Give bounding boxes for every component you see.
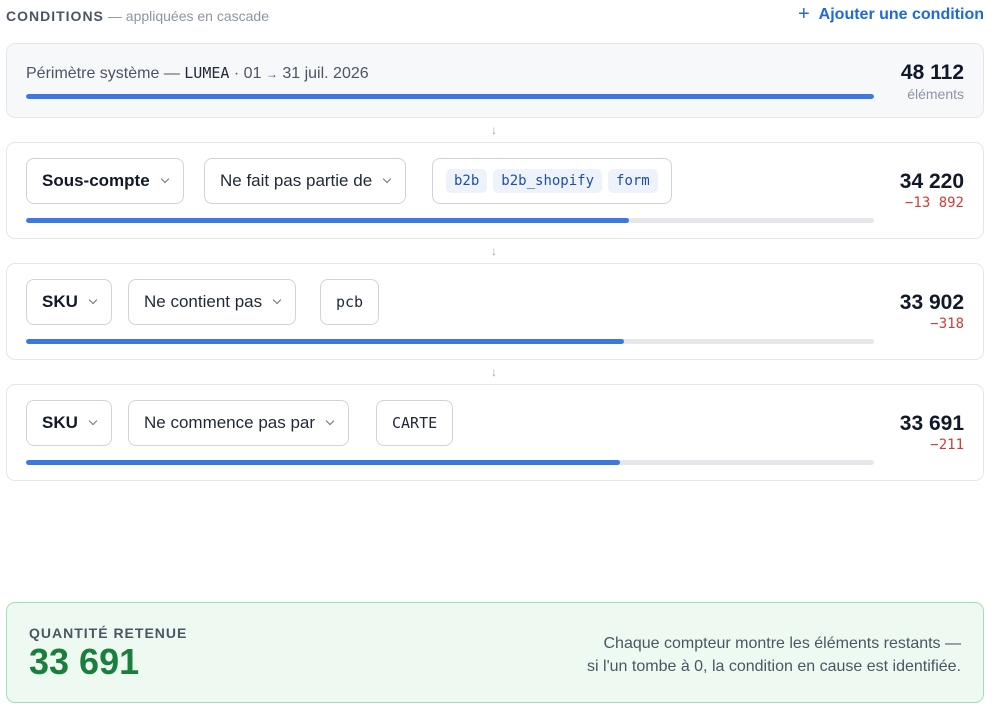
system-count: 48 112 [900, 61, 964, 84]
condition-count-block-2: 33 902 −318 [900, 290, 964, 332]
value-input-1[interactable]: b2b b2b_shopify form [432, 158, 672, 204]
arrow-down-icon: ↓ [491, 244, 497, 258]
arrow-down-icon: ↓ [491, 123, 497, 137]
condition-delta: −13 892 [904, 195, 964, 211]
scope-date-start: 01 [243, 65, 262, 82]
arrow-down-icon: ↓ [491, 365, 497, 379]
header-title-group: CONDITIONS — appliquées en cascade [6, 8, 269, 24]
system-scope-label: Périmètre système — LUMEA · 01 → 31 juil… [26, 64, 369, 83]
system-scope-card: Périmètre système — LUMEA · 01 → 31 juil… [6, 43, 984, 118]
condition-card-1: Sous-compte Ne fait pas partie de b2b b2… [6, 142, 984, 239]
condition-delta: −318 [930, 316, 964, 332]
condition-progress-fill-2 [26, 339, 624, 344]
field-select-1[interactable]: Sous-compte [26, 158, 184, 204]
summary-note-line-1: Chaque compteur montre les éléments rest… [603, 635, 962, 652]
system-count-block: 48 112 éléments [901, 60, 964, 102]
condition-progress-bar-3 [26, 460, 874, 465]
condition-count: 33 902 [899, 291, 964, 314]
chevron-down-icon [382, 174, 392, 184]
section-title: CONDITIONS [6, 8, 104, 24]
value-tag[interactable]: b2b [446, 169, 488, 193]
operator-select-label: Ne fait pas partie de [220, 171, 373, 190]
system-progress-fill [26, 94, 874, 99]
arrow-right-icon: → [265, 67, 278, 81]
scope-account: LUMEA [184, 64, 230, 82]
condition-progress-bar-1 [26, 218, 874, 223]
system-progress-bar [26, 94, 874, 99]
add-condition-label: Ajouter une condition [818, 6, 984, 23]
field-select-2[interactable]: SKU [26, 279, 112, 325]
condition-count: 33 691 [899, 412, 964, 435]
summary-label: QUANTITÉ RETENUE [29, 625, 188, 641]
conditions-header: CONDITIONS — appliquées en cascade + Ajou… [6, 3, 984, 28]
scope-separator: · [233, 65, 240, 82]
system-count-unit: éléments [907, 86, 964, 102]
chevron-down-icon [88, 295, 98, 305]
operator-select-1[interactable]: Ne fait pas partie de [204, 158, 407, 204]
field-select-3[interactable]: SKU [26, 400, 112, 446]
condition-card-2: SKU Ne contient pas pcb 33 902 −318 [6, 263, 984, 360]
value-tag[interactable]: form [608, 169, 658, 193]
condition-delta: −211 [930, 437, 964, 453]
chevron-down-icon [325, 416, 335, 426]
chevron-down-icon [160, 174, 169, 184]
field-select-label: SKU [42, 413, 78, 432]
operator-select-3[interactable]: Ne commence pas par [128, 400, 350, 446]
condition-card-3: SKU Ne commence pas par CARTE 33 691 −21… [6, 384, 984, 481]
condition-progress-bar-2 [26, 339, 874, 344]
field-select-label: Sous-compte [42, 171, 150, 190]
field-select-label: SKU [42, 292, 78, 311]
chevron-down-icon [88, 416, 98, 426]
value-tag[interactable]: b2b_shopify [493, 169, 603, 193]
summary-note-line-2: si l'un tombe à 0, la condition en cause… [587, 658, 961, 675]
chevron-down-icon [272, 295, 282, 305]
condition-count: 34 220 [899, 170, 964, 193]
value-input-3[interactable]: CARTE [376, 400, 454, 446]
value-text: CARTE [392, 414, 438, 432]
condition-count-block-1: 34 220 −13 892 [900, 169, 964, 211]
operator-select-label: Ne commence pas par [144, 413, 316, 432]
operator-select-label: Ne contient pas [144, 292, 263, 311]
scope-date-end: 31 juil. 2026 [282, 65, 369, 82]
retained-quantity-summary: QUANTITÉ RETENUE 33 691 Chaque compteur … [6, 602, 984, 703]
condition-progress-fill-1 [26, 218, 630, 223]
section-subtitle: — appliquées en cascade [107, 8, 269, 24]
condition-count-block-3: 33 691 −211 [900, 411, 964, 453]
summary-value: 33 691 [29, 641, 140, 682]
operator-select-2[interactable]: Ne contient pas [128, 279, 297, 325]
value-text: pcb [336, 293, 364, 311]
summary-note: Chaque compteur montre les éléments rest… [587, 632, 961, 678]
add-condition-button[interactable]: + Ajouter une condition [797, 3, 984, 25]
condition-progress-fill-3 [26, 460, 620, 465]
plus-icon: + [797, 3, 810, 25]
value-input-2[interactable]: pcb [320, 279, 380, 325]
scope-prefix: Périmètre système — [26, 65, 180, 82]
